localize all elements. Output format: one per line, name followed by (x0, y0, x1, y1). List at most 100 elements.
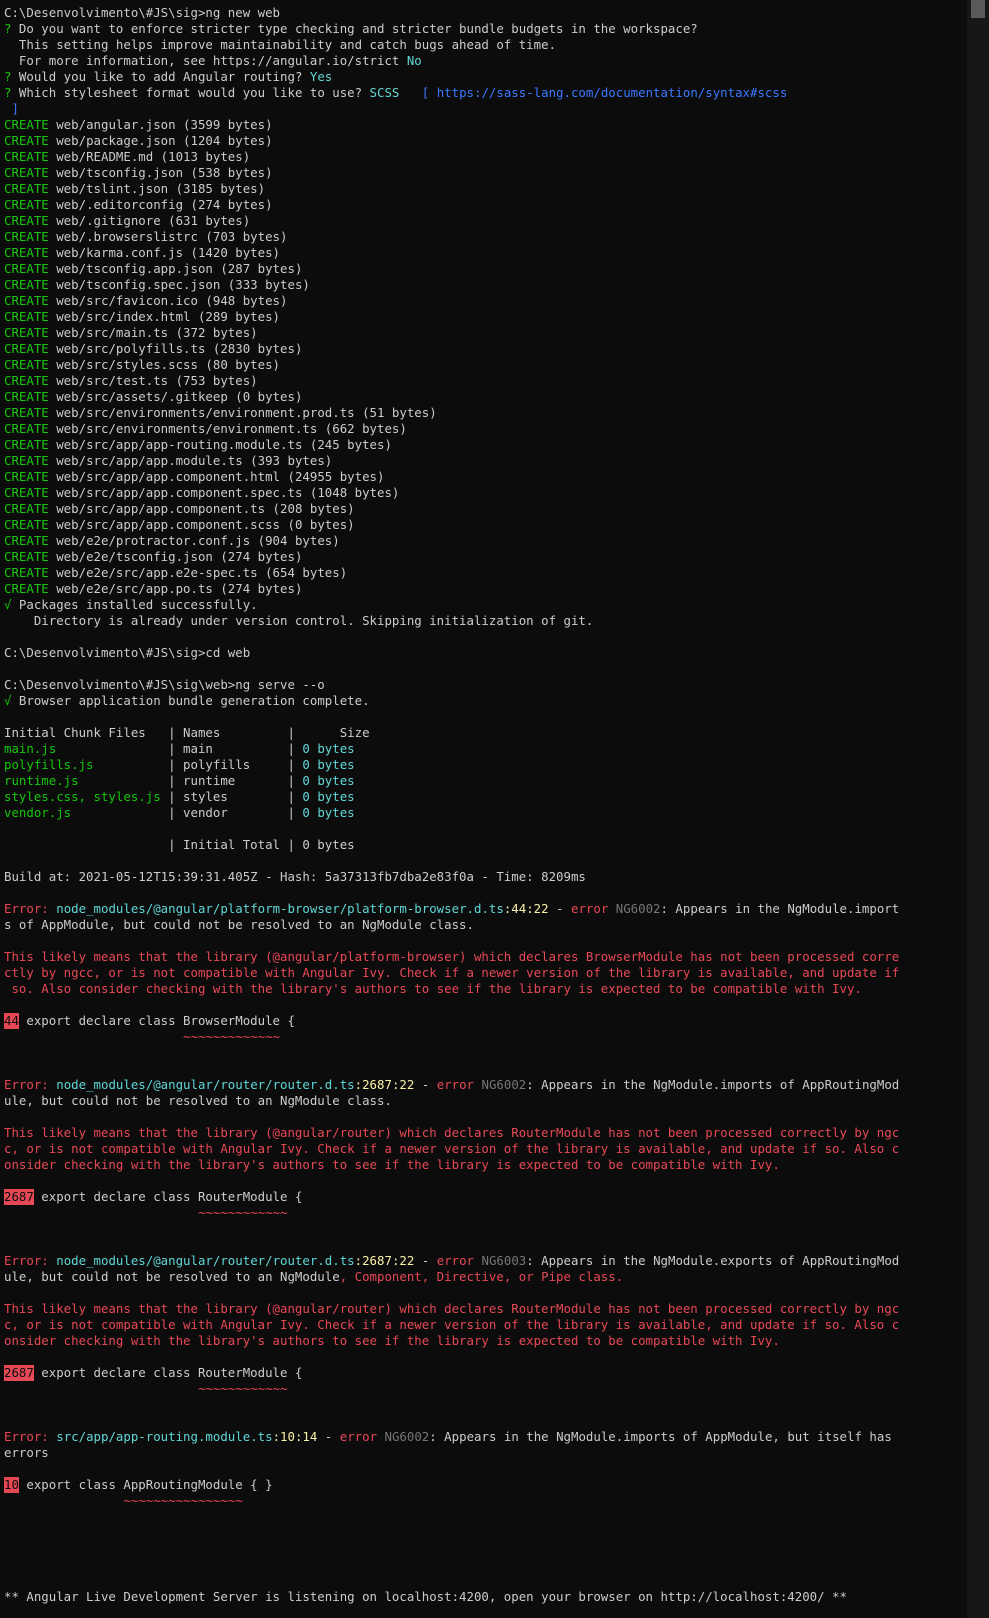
terminal-line: Build at: 2021-05-12T15:39:31.405Z - Has… (4, 869, 586, 884)
terminal-line: CREATE web/tsconfig.app.json (287 bytes) (4, 261, 303, 276)
terminal-line: C:\Desenvolvimento\#JS\sig\web>ng serve … (4, 677, 325, 692)
terminal-line: C:\Desenvolvimento\#JS\sig>cd web (4, 645, 251, 660)
terminal-line: styles.css, styles.js | styles | 0 bytes (4, 789, 355, 804)
terminal-line: CREATE web/.browserslistrc (703 bytes) (4, 229, 288, 244)
terminal-line: CREATE web/tsconfig.json (538 bytes) (4, 165, 273, 180)
terminal-line: This setting helps improve maintainabili… (4, 37, 557, 52)
terminal-line: Error: node_modules/@angular/router/rout… (4, 1077, 900, 1092)
terminal-line: ? Would you like to add Angular routing?… (4, 69, 333, 84)
terminal-line: C:\Desenvolvimento\#JS\sig>ng new web (4, 5, 281, 20)
terminal-line: ~~~~~~~~~~~~~~~~ (4, 1493, 243, 1508)
terminal-line: CREATE web/tsconfig.spec.json (333 bytes… (4, 277, 310, 292)
terminal-line: 2687 export declare class RouterModule { (4, 1365, 959, 1381)
terminal-line: CREATE web/src/polyfills.ts (2830 bytes) (4, 341, 303, 356)
terminal-line: CREATE web/src/styles.scss (80 bytes) (4, 357, 281, 372)
terminal-line: runtime.js | runtime | 0 bytes (4, 773, 355, 788)
terminal-line: Directory is already under version contr… (4, 613, 594, 628)
terminal-line: CREATE web/src/environments/environment.… (4, 405, 437, 420)
terminal-line: Error: node_modules/@angular/router/rout… (4, 1253, 900, 1268)
terminal-line: errors (4, 1445, 49, 1460)
terminal-line: ] (4, 101, 19, 116)
terminal-line: Initial Chunk Files | Names | Size (4, 725, 370, 740)
terminal-line: This likely means that the library (@ang… (4, 949, 900, 964)
terminal-line: CREATE web/src/app/app.component.scss (0… (4, 517, 355, 532)
scrollbar-thumb[interactable] (971, 0, 985, 18)
terminal-line: ~~~~~~~~~~~~ (4, 1381, 288, 1396)
terminal-line: Error: src/app/app-routing.module.ts:10:… (4, 1429, 892, 1444)
terminal-line: CREATE web/src/assets/.gitkeep (0 bytes) (4, 389, 303, 404)
terminal-line: ** Angular Live Development Server is li… (4, 1589, 847, 1604)
terminal-line: CREATE web/e2e/src/app.po.ts (274 bytes) (4, 581, 303, 596)
terminal-line: CREATE web/src/app/app.component.html (2… (4, 469, 385, 484)
terminal-line: 10 export class AppRoutingModule { } (4, 1477, 959, 1493)
terminal-line: c, or is not compatible with Angular Ivy… (4, 1317, 900, 1332)
vertical-scrollbar[interactable] (967, 0, 989, 1618)
terminal-line: | Initial Total | 0 bytes (4, 837, 355, 852)
terminal-line: so. Also consider checking with the libr… (4, 981, 862, 996)
terminal-line: ? Do you want to enforce stricter type c… (4, 21, 698, 36)
terminal-line: This likely means that the library (@ang… (4, 1125, 900, 1140)
terminal-line: For more information, see https://angula… (4, 53, 422, 68)
terminal-line: CREATE web/src/test.ts (753 bytes) (4, 373, 258, 388)
terminal-output: C:\Desenvolvimento\#JS\sig>ng new web? D… (4, 5, 959, 1605)
terminal-line: CREATE web/package.json (1204 bytes) (4, 133, 273, 148)
terminal-line: main.js | main | 0 bytes (4, 741, 355, 756)
terminal-line: √ Packages installed successfully. (4, 597, 258, 612)
terminal-line: c, or is not compatible with Angular Ivy… (4, 1141, 900, 1156)
terminal-line: CREATE web/.editorconfig (274 bytes) (4, 197, 273, 212)
terminal-line: 44 export declare class BrowserModule { (4, 1013, 959, 1029)
terminal-line: ~~~~~~~~~~~~ (4, 1205, 288, 1220)
terminal-line: √ Browser application bundle generation … (4, 693, 370, 708)
terminal-line: CREATE web/karma.conf.js (1420 bytes) (4, 245, 281, 260)
terminal-line: CREATE web/angular.json (3599 bytes) (4, 117, 273, 132)
terminal-line: CREATE web/tslint.json (3185 bytes) (4, 181, 266, 196)
terminal-line: CREATE web/src/app/app-routing.module.ts… (4, 437, 392, 452)
terminal-line: CREATE web/src/index.html (289 bytes) (4, 309, 281, 324)
terminal-line: CREATE web/src/app/app.component.ts (208… (4, 501, 355, 516)
terminal-line: s of AppModule, but could not be resolve… (4, 917, 474, 932)
terminal-line: CREATE web/e2e/tsconfig.json (274 bytes) (4, 549, 303, 564)
terminal-line: onsider checking with the library's auth… (4, 1333, 780, 1348)
terminal-line: This likely means that the library (@ang… (4, 1301, 900, 1316)
terminal-line: onsider checking with the library's auth… (4, 1157, 780, 1172)
terminal-line: CREATE web/src/app/app.module.ts (393 by… (4, 453, 333, 468)
terminal-line: ule, but could not be resolved to an NgM… (4, 1269, 624, 1284)
terminal-line: ? Which stylesheet format would you like… (4, 85, 788, 100)
terminal-line: CREATE web/src/app/app.component.spec.ts… (4, 485, 400, 500)
terminal-line: 2687 export declare class RouterModule { (4, 1189, 959, 1205)
terminal-line: CREATE web/e2e/protractor.conf.js (904 b… (4, 533, 340, 548)
terminal-line: ~~~~~~~~~~~~~ (4, 1029, 281, 1044)
terminal-line: ctly by ngcc, or is not compatible with … (4, 965, 900, 980)
terminal-line: CREATE web/src/environments/environment.… (4, 421, 407, 436)
terminal-line: ule, but could not be resolved to an NgM… (4, 1093, 392, 1108)
terminal-line: vendor.js | vendor | 0 bytes (4, 805, 355, 820)
terminal-line: CREATE web/src/main.ts (372 bytes) (4, 325, 258, 340)
terminal-line: CREATE web/src/favicon.ico (948 bytes) (4, 293, 288, 308)
terminal-line: Error: node_modules/@angular/platform-br… (4, 901, 900, 916)
terminal-line: CREATE web/README.md (1013 bytes) (4, 149, 251, 164)
terminal-line: CREATE web/.gitignore (631 bytes) (4, 213, 251, 228)
